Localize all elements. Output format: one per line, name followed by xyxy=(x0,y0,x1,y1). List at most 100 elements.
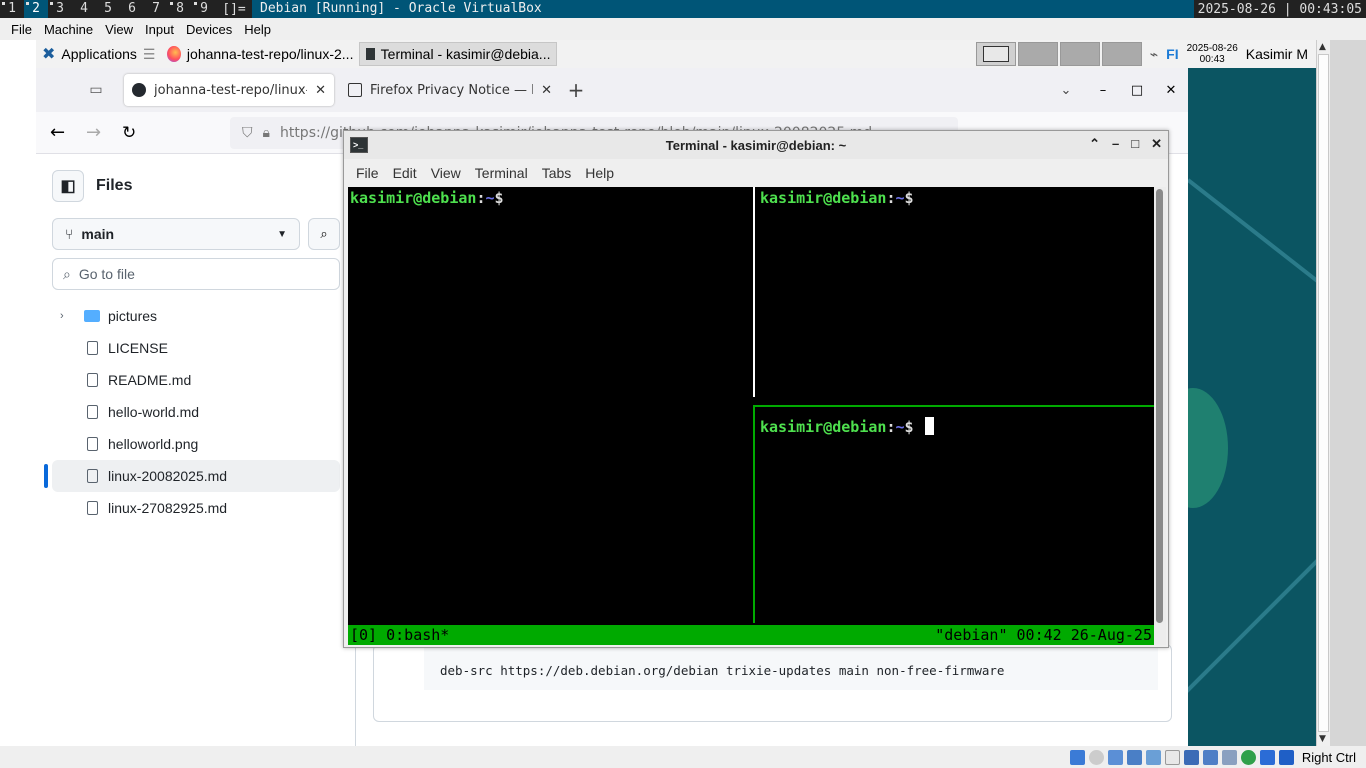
pane-divider-active[interactable] xyxy=(753,405,755,623)
terminal-menu-help[interactable]: Help xyxy=(578,165,621,181)
firefox-icon xyxy=(167,46,181,62)
taskbar-firefox[interactable]: johanna-test-repo/linux-2... xyxy=(161,42,359,66)
github-file-tree: ◧ Files ⑂ main ▼ ⌕ ⌕ Go to file › picture… xyxy=(36,154,356,746)
network-adapter-icon[interactable] xyxy=(1126,749,1142,765)
close-tab-icon[interactable]: ✕ xyxy=(541,83,552,98)
host-key-label: Right Ctrl xyxy=(1301,749,1356,765)
file-icon xyxy=(84,340,100,356)
workspace-tag-8[interactable]: 8 xyxy=(168,0,192,18)
vtx-icon[interactable] xyxy=(1240,749,1256,765)
tab-github[interactable]: johanna-test-repo/linux-20 ✕ xyxy=(124,74,334,106)
host-status-bar: 123456789 []= Debian [Running] - Oracle … xyxy=(0,0,1366,18)
workspace-tag-2[interactable]: 2 xyxy=(24,0,48,18)
go-to-file-input[interactable]: ⌕ Go to file xyxy=(52,258,340,290)
text-cursor xyxy=(924,417,934,435)
file-tree-item[interactable]: hello-world.md xyxy=(52,396,340,428)
workspace-tag-4[interactable]: 4 xyxy=(72,0,96,18)
firefox-view-icon[interactable]: ▭ xyxy=(80,74,112,106)
layout-indicator[interactable]: []= xyxy=(216,2,252,17)
search-icon[interactable]: ⌕ xyxy=(308,218,340,250)
file-tree-item[interactable]: helloworld.png xyxy=(52,428,340,460)
mouse-integration-icon[interactable] xyxy=(1259,749,1275,765)
vbox-menu-devices[interactable]: Devices xyxy=(180,22,238,37)
vbox-menu-view[interactable]: View xyxy=(99,22,139,37)
lock-icon[interactable]: 🔒︎ xyxy=(263,125,270,141)
cpu-icon[interactable] xyxy=(1221,749,1237,765)
minimize-icon[interactable]: – xyxy=(1112,136,1119,152)
terminal-app-icon[interactable]: >_ xyxy=(350,137,368,153)
vbox-menu-input[interactable]: Input xyxy=(139,22,180,37)
reload-icon[interactable]: ↻ xyxy=(122,123,136,143)
workspace-tag-7[interactable]: 7 xyxy=(144,0,168,18)
workspace-tag-9[interactable]: 9 xyxy=(192,0,216,18)
optical-drive-icon[interactable] xyxy=(1088,749,1104,765)
audio-icon[interactable] xyxy=(1107,749,1123,765)
pane-divider-horizontal[interactable] xyxy=(754,405,1154,407)
keyboard-capture-icon[interactable] xyxy=(1278,749,1294,765)
workspace-tag-6[interactable]: 6 xyxy=(120,0,144,18)
file-list: › pictures LICENSE README.md hello-world.md h… xyxy=(36,300,356,524)
scroll-down-icon[interactable]: ▼ xyxy=(1319,734,1326,744)
shield-icon[interactable]: ⛉ xyxy=(242,125,253,141)
maximize-button[interactable]: □ xyxy=(1120,83,1154,98)
network-icon[interactable]: ⌁ xyxy=(1150,46,1158,63)
terminal-scrollbar[interactable] xyxy=(1154,187,1166,645)
workspace-3[interactable] xyxy=(1059,42,1100,66)
sidebar-collapse-icon[interactable]: ◧ xyxy=(52,170,84,202)
user-menu[interactable]: Kasimir M xyxy=(1246,46,1308,62)
branch-selector[interactable]: ⑂ main ▼ xyxy=(52,218,300,250)
file-tree-item[interactable]: linux-27082925.md xyxy=(52,492,340,524)
keyboard-layout[interactable]: FI xyxy=(1166,46,1178,62)
tab-privacy-notice[interactable]: Firefox Privacy Notice — M ✕ xyxy=(340,74,560,106)
folder-icon xyxy=(84,308,100,324)
shade-icon[interactable]: ⌃ xyxy=(1089,136,1100,152)
recording-icon[interactable] xyxy=(1202,749,1218,765)
maximize-icon[interactable]: □ xyxy=(1131,136,1139,152)
tmux-status-bar: [0] 0:bash* "debian" 00:42 26-Aug-25 xyxy=(348,625,1154,645)
search-icon: ⌕ xyxy=(63,265,71,282)
tab-list-chevron-icon[interactable]: ⌄ xyxy=(1046,83,1086,98)
vbox-menu-machine[interactable]: Machine xyxy=(38,22,99,37)
chevron-right-icon[interactable]: › xyxy=(60,310,76,322)
panel-clock[interactable]: 2025-08-26 00:43 xyxy=(1187,43,1238,65)
vbox-menu-file[interactable]: File xyxy=(0,22,38,37)
terminal-menu-edit[interactable]: Edit xyxy=(386,165,424,181)
vbox-vertical-scrollbar[interactable]: ▲ ▼ xyxy=(1316,40,1330,746)
vbox-menubar: File Machine View Input Devices Help xyxy=(0,18,1366,40)
workspace-tag-1[interactable]: 1 xyxy=(0,0,24,18)
workspace-4[interactable] xyxy=(1101,42,1142,66)
close-tab-icon[interactable]: ✕ xyxy=(315,83,326,98)
workspace-tags[interactable]: 123456789 xyxy=(0,0,216,18)
close-icon[interactable]: ✕ xyxy=(1151,136,1162,152)
terminal-screen[interactable]: kasimir@debian:~$ kasimir@debian:~$ kasi… xyxy=(348,187,1154,645)
close-button[interactable]: ✕ xyxy=(1154,83,1188,98)
file-icon xyxy=(84,500,100,516)
taskbar-terminal[interactable]: Terminal - kasimir@debia... xyxy=(359,42,558,66)
shared-folder-icon[interactable] xyxy=(1164,749,1180,765)
file-tree-item[interactable]: README.md xyxy=(52,364,340,396)
terminal-menu-file[interactable]: File xyxy=(344,165,386,181)
pane-divider[interactable] xyxy=(753,187,755,397)
terminal-titlebar[interactable]: >_ Terminal - kasimir@debian: ~ ⌃ – □ ✕ xyxy=(344,131,1168,159)
file-tree-item[interactable]: › pictures xyxy=(52,300,340,332)
new-tab-button[interactable]: + xyxy=(560,78,592,102)
file-tree-item[interactable]: LICENSE xyxy=(52,332,340,364)
workspace-switcher[interactable] xyxy=(975,42,1142,66)
file-tree-item[interactable]: linux-20082025.md xyxy=(44,460,340,492)
minimize-button[interactable]: – xyxy=(1086,83,1120,98)
usb-icon[interactable] xyxy=(1145,749,1161,765)
display-icon[interactable] xyxy=(1183,749,1199,765)
terminal-menu-tabs[interactable]: Tabs xyxy=(535,165,579,181)
scroll-up-icon[interactable]: ▲ xyxy=(1319,42,1326,52)
hard-disk-icon[interactable] xyxy=(1069,749,1085,765)
workspace-1[interactable] xyxy=(975,42,1016,66)
applications-menu[interactable]: ✖ Applications ☰ xyxy=(36,42,161,66)
workspace-2[interactable] xyxy=(1017,42,1058,66)
terminal-menu-terminal[interactable]: Terminal xyxy=(468,165,535,181)
workspace-tag-5[interactable]: 5 xyxy=(96,0,120,18)
vbox-menu-help[interactable]: Help xyxy=(238,22,277,37)
tmux-window-list[interactable]: [0] 0:bash* xyxy=(350,625,449,645)
terminal-menu-view[interactable]: View xyxy=(424,165,468,181)
back-arrow-icon[interactable]: ← xyxy=(50,122,65,143)
workspace-tag-3[interactable]: 3 xyxy=(48,0,72,18)
